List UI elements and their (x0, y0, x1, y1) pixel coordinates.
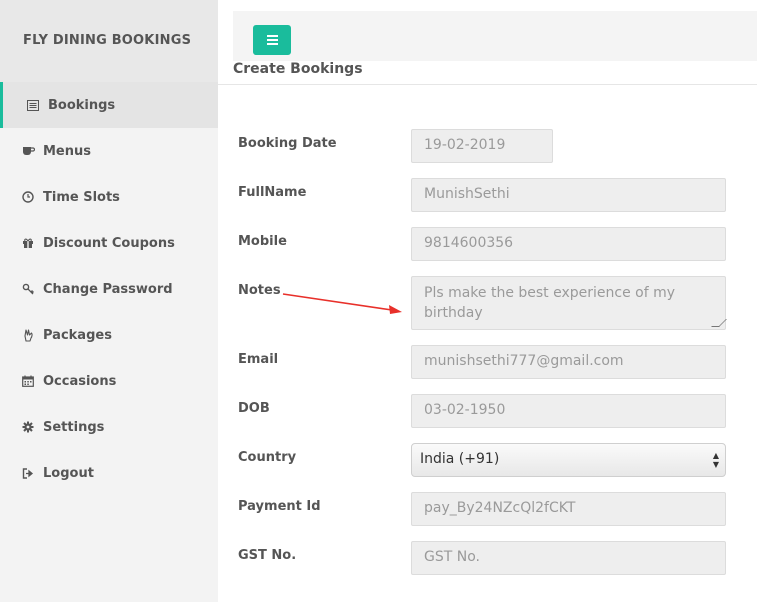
sidebar-item-settings[interactable]: Settings (0, 404, 218, 450)
mobile-label: Mobile (238, 234, 287, 249)
booking-date-label: Booking Date (238, 136, 337, 151)
fullname-label: FullName (238, 185, 307, 200)
notes-textarea[interactable]: Pls make the best experience of my birth… (411, 276, 727, 330)
hamburger-icon-bar (266, 43, 278, 45)
gst-no-label: GST No. (238, 548, 297, 563)
fullname-field[interactable]: MunishSethi (411, 178, 726, 212)
gift-icon (21, 236, 35, 250)
sidebar-item-label: Occasions (43, 373, 117, 389)
brand-title: FLY DINING BOOKINGS (23, 33, 192, 48)
gear-icon (21, 420, 35, 434)
select-arrows-icon: ▲ ▼ (712, 451, 719, 469)
notes-label: Notes (238, 283, 281, 298)
sidebar-item-label: Bookings (48, 97, 116, 113)
key-icon (21, 282, 35, 296)
sidebar-item-label: Time Slots (43, 189, 120, 205)
sidebar-item-logout[interactable]: Logout (0, 450, 218, 496)
sidebar-item-discount-coupons[interactable]: Discount Coupons (0, 220, 218, 266)
email-field[interactable]: munishsethi777@gmail.com (411, 345, 726, 379)
notes-text: Pls make the best experience of my birth… (424, 285, 676, 321)
sidebar-item-menus[interactable]: Menus (0, 128, 218, 174)
sidebar-item-label: Settings (43, 419, 105, 435)
hand-icon (21, 328, 35, 342)
booking-date-field[interactable]: 19-02-2019 (411, 129, 553, 163)
top-navbar (233, 11, 757, 61)
sidebar-item-label: Logout (43, 465, 94, 481)
logout-icon (21, 466, 35, 480)
payment-id-label: Payment Id (238, 499, 321, 514)
page-title: Create Bookings (233, 61, 363, 77)
country-label: Country (238, 450, 297, 465)
sidebar-item-label: Discount Coupons (43, 235, 175, 251)
sidebar-item-bookings[interactable]: Bookings (0, 82, 218, 128)
sidebar-item-label: Menus (43, 143, 92, 159)
list-icon (26, 98, 40, 112)
clock-icon (21, 190, 35, 204)
sidebar-item-label: Change Password (43, 281, 173, 297)
dob-field[interactable]: 03-02-1950 (411, 394, 726, 428)
sidebar-item-occasions[interactable]: Occasions (0, 358, 218, 404)
menu-toggle-button[interactable] (253, 25, 291, 55)
mobile-field[interactable]: 9814600356 (411, 227, 726, 261)
sidebar: FLY DINING BOOKINGS Bookings Menus Time … (0, 0, 218, 602)
calendar-icon (21, 374, 35, 388)
resize-handle[interactable] (711, 319, 727, 327)
email-label: Email (238, 352, 279, 367)
sidebar-item-time-slots[interactable]: Time Slots (0, 174, 218, 220)
annotation-arrow (282, 293, 402, 314)
hamburger-icon-bar (266, 35, 278, 37)
dob-label: DOB (238, 401, 270, 416)
sidebar-item-change-password[interactable]: Change Password (0, 266, 218, 312)
brand-header: FLY DINING BOOKINGS (0, 0, 218, 82)
hamburger-icon-bar (266, 39, 278, 41)
sidebar-item-packages[interactable]: Packages (0, 312, 218, 358)
coffee-icon (21, 144, 35, 158)
country-select[interactable]: India (+91) ▲ ▼ (411, 443, 726, 477)
sidebar-item-label: Packages (43, 327, 112, 343)
gst-no-field[interactable]: GST No. (411, 541, 726, 575)
divider (218, 84, 757, 85)
country-select-value: India (+91) (420, 451, 500, 467)
payment-id-field[interactable]: pay_By24NZcQl2fCKT (411, 492, 726, 526)
